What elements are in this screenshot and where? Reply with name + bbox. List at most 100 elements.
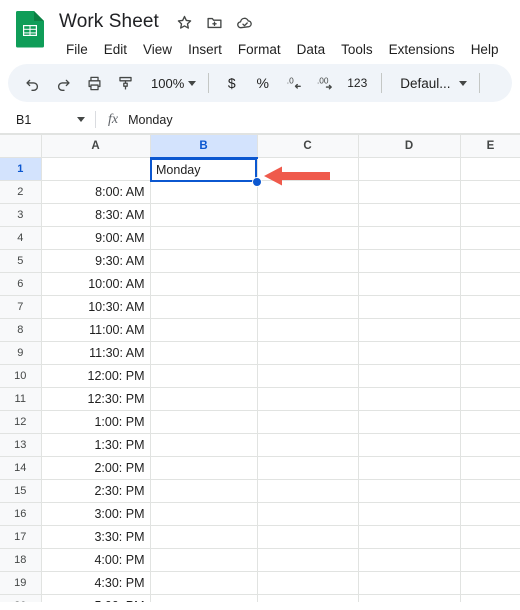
table-row[interactable]: 2 8:00: AM: [0, 180, 520, 204]
cell-b5[interactable]: [149, 249, 258, 273]
formula-input[interactable]: Monday: [128, 113, 172, 127]
cell-e19[interactable]: [459, 571, 520, 595]
cell-e12[interactable]: [459, 410, 520, 434]
table-row[interactable]: 8 11:00: AM: [0, 318, 520, 342]
cell-d17[interactable]: [357, 525, 461, 549]
cell-b9[interactable]: [149, 341, 258, 365]
menu-item-file[interactable]: File: [58, 39, 96, 60]
cell-a9[interactable]: 11:30: AM: [40, 341, 151, 365]
cell-a3[interactable]: 8:30: AM: [40, 203, 151, 227]
row-header[interactable]: 13: [0, 433, 42, 457]
table-row[interactable]: 18 4:00: PM: [0, 548, 520, 572]
cell-a8[interactable]: 11:00: AM: [40, 318, 151, 342]
row-header[interactable]: 20: [0, 594, 42, 602]
select-all-corner[interactable]: [0, 134, 42, 158]
table-row[interactable]: 13 1:30: PM: [0, 433, 520, 457]
cell-b7[interactable]: [149, 295, 258, 319]
cell-c12[interactable]: [256, 410, 359, 434]
cell-b11[interactable]: [149, 387, 258, 411]
cell-a6[interactable]: 10:00: AM: [40, 272, 151, 296]
cell-c15[interactable]: [256, 479, 359, 503]
print-icon[interactable]: [80, 69, 109, 98]
menu-item-view[interactable]: View: [135, 39, 180, 60]
row-header[interactable]: 15: [0, 479, 42, 503]
cell-b10[interactable]: [149, 364, 258, 388]
cell-c14[interactable]: [256, 456, 359, 480]
row-header[interactable]: 16: [0, 502, 42, 526]
increase-decimal-button[interactable]: .00: [310, 69, 339, 98]
star-icon[interactable]: [176, 14, 193, 31]
cell-c20[interactable]: [256, 594, 359, 602]
cell-d4[interactable]: [357, 226, 461, 250]
table-row[interactable]: 6 10:00: AM: [0, 272, 520, 296]
cell-a4[interactable]: 9:00: AM: [40, 226, 151, 250]
cell-b3[interactable]: [149, 203, 258, 227]
table-row[interactable]: 10 12:00: PM: [0, 364, 520, 388]
row-header[interactable]: 14: [0, 456, 42, 480]
cell-c9[interactable]: [256, 341, 359, 365]
cell-e16[interactable]: [459, 502, 520, 526]
cell-d5[interactable]: [357, 249, 461, 273]
cell-e11[interactable]: [459, 387, 520, 411]
column-header-a[interactable]: A: [40, 134, 151, 158]
cell-e14[interactable]: [459, 456, 520, 480]
table-row[interactable]: 11 12:30: PM: [0, 387, 520, 411]
cell-d6[interactable]: [357, 272, 461, 296]
table-row[interactable]: 16 3:00: PM: [0, 502, 520, 526]
cell-a2[interactable]: 8:00: AM: [40, 180, 151, 204]
font-family-dropdown[interactable]: Defaul...: [390, 69, 470, 98]
cell-d15[interactable]: [357, 479, 461, 503]
cell-b14[interactable]: [149, 456, 258, 480]
cell-e13[interactable]: [459, 433, 520, 457]
cell-e18[interactable]: [459, 548, 520, 572]
name-box[interactable]: B1: [0, 106, 95, 133]
zoom-level-dropdown[interactable]: 100%: [142, 69, 200, 98]
table-row[interactable]: 9 11:30: AM: [0, 341, 520, 365]
cell-d3[interactable]: [357, 203, 461, 227]
cell-b6[interactable]: [149, 272, 258, 296]
row-header[interactable]: 6: [0, 272, 42, 296]
cell-c8[interactable]: [256, 318, 359, 342]
cell-b1[interactable]: [149, 157, 258, 181]
row-header[interactable]: 3: [0, 203, 42, 227]
cell-c11[interactable]: [256, 387, 359, 411]
cell-c2[interactable]: [256, 180, 359, 204]
cell-c7[interactable]: [256, 295, 359, 319]
cell-d13[interactable]: [357, 433, 461, 457]
row-header[interactable]: 10: [0, 364, 42, 388]
cell-e9[interactable]: [459, 341, 520, 365]
row-header[interactable]: 18: [0, 548, 42, 572]
cell-d8[interactable]: [357, 318, 461, 342]
menu-item-help[interactable]: Help: [463, 39, 507, 60]
page-title[interactable]: Work Sheet: [59, 11, 159, 33]
cell-e15[interactable]: [459, 479, 520, 503]
move-to-folder-icon[interactable]: [206, 14, 223, 31]
currency-format-button[interactable]: $: [217, 69, 246, 98]
cell-d11[interactable]: [357, 387, 461, 411]
menu-item-format[interactable]: Format: [230, 39, 289, 60]
cell-e3[interactable]: [459, 203, 520, 227]
cell-b4[interactable]: [149, 226, 258, 250]
row-header[interactable]: 2: [0, 180, 42, 204]
table-row[interactable]: 17 3:30: PM: [0, 525, 520, 549]
cell-c10[interactable]: [256, 364, 359, 388]
cell-b19[interactable]: [149, 571, 258, 595]
row-header[interactable]: 1: [0, 157, 42, 181]
cell-c6[interactable]: [256, 272, 359, 296]
cell-d2[interactable]: [357, 180, 461, 204]
cell-e7[interactable]: [459, 295, 520, 319]
row-header[interactable]: 8: [0, 318, 42, 342]
cell-e10[interactable]: [459, 364, 520, 388]
cell-e5[interactable]: [459, 249, 520, 273]
cell-a17[interactable]: 3:30: PM: [40, 525, 151, 549]
cell-d1[interactable]: [357, 157, 461, 181]
cell-a7[interactable]: 10:30: AM: [40, 295, 151, 319]
column-header-b[interactable]: B: [149, 134, 258, 159]
cell-a15[interactable]: 2:30: PM: [40, 479, 151, 503]
spreadsheet-grid[interactable]: A B C D E 1 2 8:00: AM 3 8:30: AM 4 9:00…: [0, 133, 520, 602]
row-header[interactable]: 11: [0, 387, 42, 411]
cell-d14[interactable]: [357, 456, 461, 480]
row-header[interactable]: 19: [0, 571, 42, 595]
cell-c17[interactable]: [256, 525, 359, 549]
menu-item-edit[interactable]: Edit: [96, 39, 135, 60]
